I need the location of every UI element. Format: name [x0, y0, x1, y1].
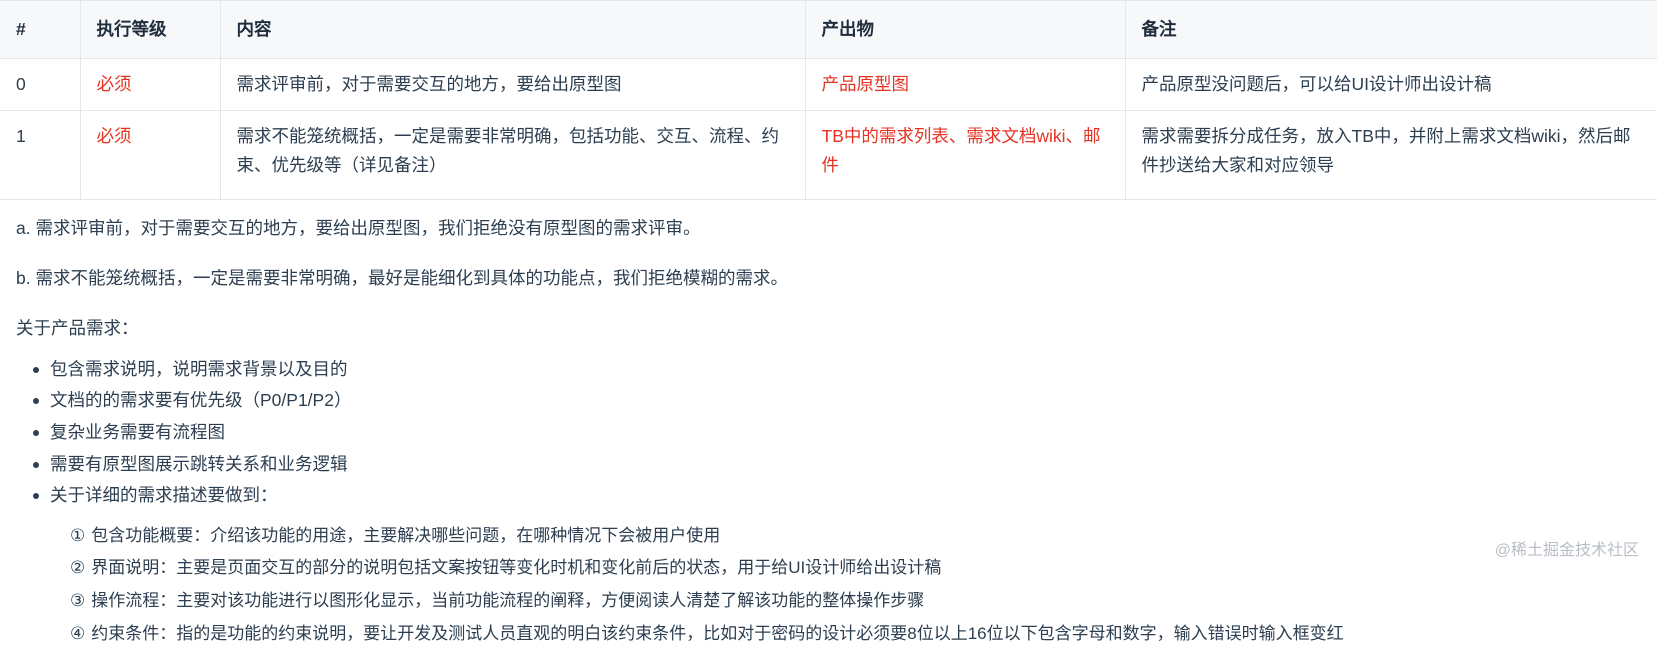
list-item-label: 操作流程：主要对该功能进行以图形化显示，当前功能流程的阐释，方便阅读人清楚了解该… [91, 591, 925, 611]
list-item: ③ 操作流程：主要对该功能进行以图形化显示，当前功能流程的阐释，方便阅读人清楚了解… [70, 587, 1641, 615]
list-item: ② 界面说明：主要是页面交互的部分的说明包括文案按钮等变化时机和变化前后的状态，用… [70, 554, 1641, 582]
circled-number-icon: ④ [70, 623, 86, 643]
list-item: ④ 约束条件：指的是功能的约束说明，要让开发及测试人员直观的明白该约束条件，比如对… [70, 620, 1641, 647]
section-label-product-requirements: 关于产品需求： [16, 317, 139, 338]
requirements-table: # 执行等级 内容 产出物 备注 0 必须 需求评审前，对于需要交互的地方，要给… [0, 0, 1657, 200]
cell-remark: 需求需要拆分成任务，放入TB中，并附上需求文档wiki，然后邮件抄送给大家和对应… [1124, 109, 1657, 200]
watermark: @稀土掘金技术社区 [1494, 542, 1639, 559]
circled-number-icon: ③ [70, 591, 86, 611]
note-a: a. 需求评审前，对于需要交互的地方，要给出原型图，我们拒绝没有原型图的需求评审… [16, 217, 701, 238]
cell-num: 0 [0, 57, 80, 111]
cell-content: 需求评审前，对于需要交互的地方，要给出原型图 [219, 57, 805, 111]
circled-number-icon: ② [70, 558, 86, 578]
list-item-label: 约束条件：指的是功能的约束说明，要让开发及测试人员直观的明白该约束条件，比如对于… [91, 623, 1344, 643]
document-page: # 执行等级 内容 产出物 备注 0 必须 需求评审前，对于需要交互的地方，要给… [0, 0, 1657, 643]
list-item-label: 界面说明：主要是页面交互的部分的说明包括文案按钮等变化时机和变化前后的状态，用于… [91, 558, 942, 578]
cell-output: TB中的需求列表、需求文档wiki、邮件 [804, 109, 1125, 200]
notes-section: a. 需求评审前，对于需要交互的地方，要给出原型图，我们拒绝没有原型图的需求评审… [0, 200, 1657, 647]
list-item: 关于详细的需求描述要做到： [33, 482, 1641, 510]
circled-number-icon: ① [70, 525, 86, 545]
cell-level: 必须 [79, 109, 220, 200]
cell-content: 需求不能笼统概括，一定是需要非常明确，包括功能、交互、流程、约束、优先级等（详见… [219, 109, 805, 200]
column-header-num: # [0, 0, 80, 59]
table-header-row: # 执行等级 内容 产出物 备注 [0, 0, 1657, 59]
table-row: 0 必须 需求评审前，对于需要交互的地方，要给出原型图 产品原型图 产品原型没问… [0, 57, 1657, 111]
cell-remark: 产品原型没问题后，可以给UI设计师出设计稿 [1124, 57, 1657, 111]
requirement-bullet-list: 包含需求说明，说明需求背景以及目的 文档的的需求要有优先级（P0/P1/P2） … [16, 356, 1641, 510]
column-header-content: 内容 [219, 0, 805, 59]
list-item: 文档的的需求要有优先级（P0/P1/P2） [33, 387, 1641, 415]
table-header: # 执行等级 内容 产出物 备注 [0, 0, 1657, 59]
note-b: b. 需求不能笼统概括，一定是需要非常明确，最好是能细化到具体的功能点，我们拒绝… [16, 267, 788, 288]
list-item: 包含需求说明，说明需求背景以及目的 [33, 356, 1641, 384]
column-header-level: 执行等级 [79, 0, 220, 59]
detailed-description-list: ① 包含功能概要：介绍该功能的用途，主要解决哪些问题，在哪种情况下会被用户使用 ②… [16, 522, 1641, 647]
column-header-remark: 备注 [1124, 0, 1657, 59]
list-item: 复杂业务需要有流程图 [33, 419, 1641, 447]
cell-level: 必须 [79, 57, 220, 111]
cell-output: 产品原型图 [804, 57, 1125, 111]
table-row: 1 必须 需求不能笼统概括，一定是需要非常明确，包括功能、交互、流程、约束、优先… [0, 109, 1657, 200]
list-item: ① 包含功能概要：介绍该功能的用途，主要解决哪些问题，在哪种情况下会被用户使用 [70, 522, 1641, 550]
list-item-label: 包含功能概要：介绍该功能的用途，主要解决哪些问题，在哪种情况下会被用户使用 [91, 525, 721, 545]
column-header-output: 产出物 [804, 0, 1125, 59]
table-body: 0 必须 需求评审前，对于需要交互的地方，要给出原型图 产品原型图 产品原型没问… [0, 57, 1657, 200]
list-item: 需要有原型图展示跳转关系和业务逻辑 [33, 451, 1641, 479]
cell-num: 1 [0, 109, 80, 200]
